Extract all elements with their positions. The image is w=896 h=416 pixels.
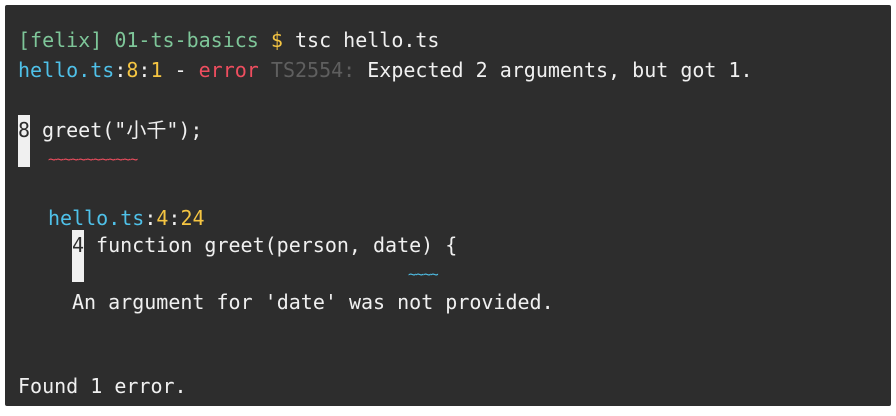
summary-text: Found 1 error. bbox=[18, 374, 187, 398]
related-col: 24 bbox=[180, 206, 205, 230]
error-code: TS2554: bbox=[270, 58, 356, 82]
error-severity: error bbox=[198, 58, 259, 82]
summary-line: Found 1 error. bbox=[18, 371, 187, 401]
error-line: 8 bbox=[126, 58, 139, 82]
related-code: function greet(person, date) { bbox=[96, 233, 458, 257]
related-squiggle-marks: ~~~~ bbox=[408, 267, 439, 283]
error-file: hello.ts bbox=[18, 58, 115, 82]
related-line-number: 4 bbox=[72, 230, 84, 260]
prompt-user: [felix] bbox=[18, 28, 103, 52]
error-message: Expected 2 arguments, but got 1. bbox=[367, 58, 753, 82]
error-dash: - bbox=[162, 58, 199, 82]
related-sep: : bbox=[168, 206, 181, 230]
error-squiggle: ~~~~~~~~~~~~ bbox=[48, 152, 138, 168]
snippet-code: greet("小千"); bbox=[42, 118, 203, 142]
error-sep: : bbox=[114, 58, 127, 82]
prompt-directory: 01-ts-basics bbox=[114, 28, 259, 52]
terminal-window[interactable]: [felix] 01-ts-basics $ tsc hello.ts hell… bbox=[5, 5, 891, 406]
related-file: hello.ts bbox=[48, 206, 145, 230]
related-code-line: 4 function greet(person, date) { bbox=[72, 230, 457, 260]
snippet-code-line: 8 greet("小千"); bbox=[18, 115, 202, 145]
snippet-line-number: 8 bbox=[18, 115, 30, 145]
related-squiggle: ~~~~ bbox=[408, 257, 439, 287]
error-sep: : bbox=[138, 58, 151, 82]
command-text: tsc hello.ts bbox=[294, 28, 440, 52]
prompt-symbol: $ bbox=[270, 28, 283, 52]
related-message-text: An argument for 'date' was not provided. bbox=[72, 290, 554, 314]
related-location: hello.ts:4:24 bbox=[48, 203, 205, 233]
command-line: [felix] 01-ts-basics $ tsc hello.ts bbox=[18, 25, 439, 55]
error-col: 1 bbox=[150, 58, 163, 82]
snippet-gutter-bar bbox=[18, 145, 30, 167]
related-gutter-bar bbox=[72, 260, 84, 282]
snippet-squiggle: ~~~~~~~~~~~~ bbox=[48, 142, 138, 172]
related-sep: : bbox=[144, 206, 157, 230]
related-message: An argument for 'date' was not provided. bbox=[72, 287, 554, 317]
error-header: hello.ts:8:1 - error TS2554: Expected 2 … bbox=[18, 55, 753, 85]
related-line: 4 bbox=[156, 206, 169, 230]
